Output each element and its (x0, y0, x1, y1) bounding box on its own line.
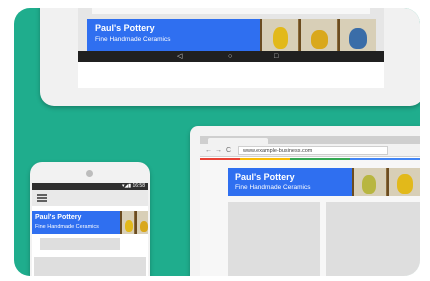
desktop-monitor: ← → C www.example-business.com Paul's Po… (190, 126, 420, 276)
recent-apps-square-icon[interactable]: □ (274, 52, 278, 61)
jug-icon (311, 30, 328, 49)
business-subtitle: Fine Handmade Ceramics (235, 184, 311, 191)
content-placeholder-block (228, 202, 320, 276)
phone-device: ▾◢▮ 16:58 Paul's Pottery Fine Handmade C… (30, 162, 150, 276)
business-subtitle: Fine Handmade Ceramics (35, 224, 99, 230)
tablet-content-card (92, 8, 370, 14)
tablet-screen: Paul's Pottery Fine Handmade Ceramics ◁ … (78, 8, 384, 88)
home-circle-icon[interactable]: ○ (228, 52, 232, 61)
content-placeholder-block (326, 202, 420, 276)
illustration-canvas: Paul's Pottery Fine Handmade Ceramics ◁ … (14, 8, 420, 276)
shelf-cell (338, 19, 376, 51)
yellow-vase-icon (397, 174, 413, 194)
url-text: www.example-business.com (243, 148, 313, 154)
shelf-cell (352, 168, 386, 196)
blue-pitcher-icon (349, 28, 367, 49)
business-title: Paul's Pottery (35, 214, 82, 221)
content-placeholder-block (34, 257, 146, 276)
back-triangle-icon[interactable]: ◁ (177, 52, 182, 61)
business-title: Paul's Pottery (95, 23, 155, 33)
jug-icon (140, 221, 148, 232)
address-bar[interactable]: www.example-business.com (238, 146, 388, 155)
pottery-shelf-image (120, 211, 148, 234)
hamburger-menu-icon[interactable] (37, 194, 47, 202)
phone-status-bar: ▾◢▮ 16:58 (32, 183, 148, 190)
camera-dot (86, 170, 93, 177)
phone-hero-banner[interactable]: Paul's Pottery Fine Handmade Ceramics (32, 211, 148, 234)
tablet-hero-banner[interactable]: Paul's Pottery Fine Handmade Ceramics (87, 19, 376, 51)
yellow-vase-icon (125, 220, 133, 232)
business-subtitle: Fine Handmade Ceramics (95, 36, 171, 43)
shelf-cell (260, 19, 298, 51)
browser-window: ← → C www.example-business.com Paul's Po… (200, 136, 420, 276)
browser-tab-strip (200, 136, 420, 144)
shelf-cell (387, 168, 420, 196)
pottery-shelf-image (260, 19, 376, 51)
content-placeholder-block (40, 238, 120, 250)
green-vase-icon (362, 175, 376, 194)
shelf-cell (299, 19, 337, 51)
back-arrow-icon[interactable]: ← (205, 146, 212, 155)
tablet-device: Paul's Pottery Fine Handmade Ceramics ◁ … (40, 8, 420, 106)
status-clock: ▾◢▮ 16:58 (121, 183, 145, 189)
shelf-cell (120, 211, 134, 234)
business-title: Paul's Pottery (235, 172, 295, 182)
shelf-cell (135, 211, 148, 234)
browser-toolbar: ← → C www.example-business.com (200, 144, 420, 157)
pottery-shelf-image (352, 168, 420, 196)
tablet-page: Paul's Pottery Fine Handmade Ceramics (78, 8, 384, 51)
forward-arrow-icon[interactable]: → (215, 146, 222, 155)
yellow-vase-icon (273, 27, 288, 49)
android-nav-bar: ◁ ○ □ (78, 51, 384, 62)
phone-screen: ▾◢▮ 16:58 Paul's Pottery Fine Handmade C… (32, 183, 148, 276)
desktop-hero-banner[interactable]: Paul's Pottery Fine Handmade Ceramics (228, 168, 420, 196)
reload-icon[interactable]: C (226, 146, 231, 155)
phone-app-bar (32, 190, 148, 206)
